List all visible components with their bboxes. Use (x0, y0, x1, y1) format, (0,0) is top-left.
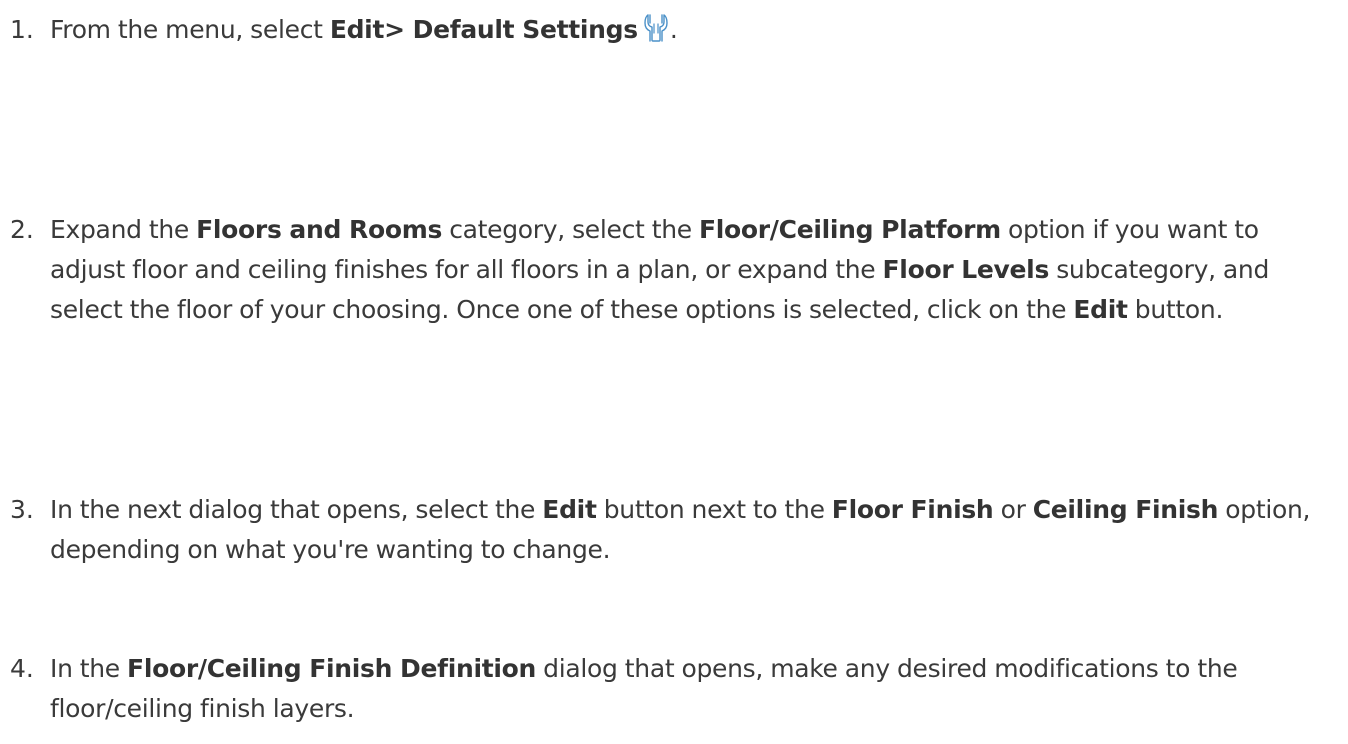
list-item: 4. In the Floor/Ceiling Finish Definitio… (0, 649, 1340, 729)
list-item: 2. Expand the Floors and Rooms category,… (0, 210, 1340, 330)
step-text-part: button. (1127, 295, 1224, 324)
step-text-part: From the menu, select (50, 15, 330, 44)
step-text-part: category, select the (442, 215, 699, 244)
category-name: Floors and Rooms (196, 215, 443, 244)
option-name: Floor Finish (831, 495, 994, 524)
step-text-part: . (669, 15, 678, 44)
button-name: Edit (1073, 295, 1128, 324)
wrench-icon (642, 13, 670, 43)
step-number: 1. (10, 15, 34, 44)
step-text: In the Floor/Ceiling Finish Definition d… (50, 649, 1340, 729)
step-number: 3. (10, 495, 34, 524)
step-text: From the menu, select Edit> Default Sett… (50, 10, 1340, 50)
step-text: In the next dialog that opens, select th… (50, 490, 1340, 570)
step-text-part: In the next dialog that opens, select th… (50, 495, 543, 524)
step-text-part: In the (50, 654, 128, 683)
dialog-name: Floor/Ceiling Finish Definition (127, 654, 537, 683)
step-text-part: Expand the (50, 215, 197, 244)
button-name: Edit (542, 495, 597, 524)
step-number: 2. (10, 215, 34, 244)
option-name: Ceiling Finish (1032, 495, 1219, 524)
list-item: 3. In the next dialog that opens, select… (0, 490, 1340, 570)
step-text-part: or (993, 495, 1033, 524)
step-number: 4. (10, 654, 34, 683)
menu-path: Edit> Default Settings (329, 15, 638, 44)
step-text-part: button next to the (596, 495, 832, 524)
option-name: Floor/Ceiling Platform (698, 215, 1001, 244)
step-text: Expand the Floors and Rooms category, se… (50, 210, 1340, 330)
subcategory-name: Floor Levels (882, 255, 1050, 284)
list-item: 1. From the menu, select Edit> Default S… (0, 10, 1340, 50)
